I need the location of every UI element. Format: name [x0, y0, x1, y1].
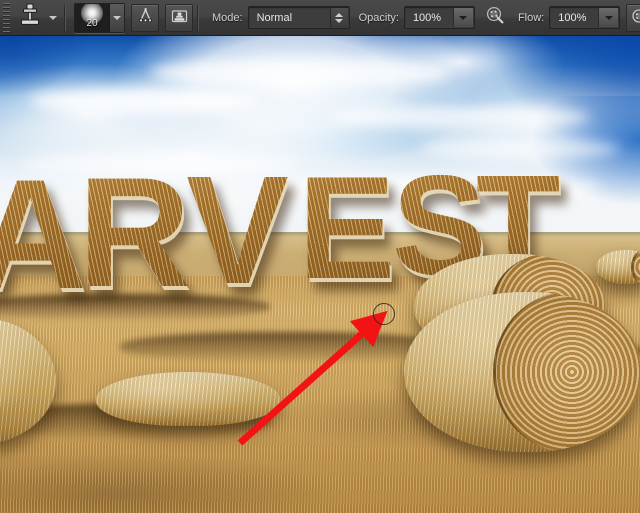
brush-panel-icon: [137, 7, 154, 29]
bale-texture: [0, 318, 56, 444]
chevron-up-icon: [335, 13, 343, 17]
airbrush-icon: [631, 6, 640, 30]
bale-end-face: [493, 292, 640, 452]
mode-label: Mode:: [212, 12, 243, 24]
letter-V: V: [186, 153, 289, 307]
clone-stamp-tool-button[interactable]: [14, 3, 46, 33]
mode-value: Normal: [249, 12, 330, 24]
chevron-down-icon: [605, 16, 613, 20]
airbrush-button[interactable]: [626, 4, 640, 32]
tool-options-bar: 20: [0, 0, 640, 36]
divider-1: [64, 5, 66, 31]
toggle-brush-panel-button[interactable]: [131, 4, 159, 32]
flow-value: 100%: [550, 12, 598, 24]
options-bar-grip[interactable]: [1, 3, 12, 33]
divider-2: [197, 5, 199, 31]
clone-stamp-icon: [19, 3, 41, 32]
toggle-clone-source-panel-button[interactable]: [165, 4, 193, 32]
chevron-down-icon: [113, 16, 121, 20]
opacity-dropdown-button[interactable]: [453, 8, 473, 27]
pressure-opacity-icon: [485, 5, 505, 30]
flow-label: Flow:: [518, 12, 544, 24]
letter-A: A: [0, 157, 87, 313]
chevron-down-icon: [49, 16, 57, 20]
flow-field[interactable]: 100%: [549, 6, 620, 29]
brush-thumbnail: 20: [75, 4, 110, 32]
letter-E: E: [298, 155, 395, 301]
brush-preset-dropdown-button[interactable]: [110, 4, 124, 32]
chevron-down-icon: [335, 19, 343, 23]
flow-dropdown-button[interactable]: [598, 8, 618, 27]
mode-select[interactable]: Normal: [248, 6, 350, 29]
bale-texture: [96, 372, 280, 426]
mode-stepper[interactable]: [330, 8, 348, 27]
hay-bale-foreground: [404, 292, 640, 452]
opacity-field[interactable]: 100%: [404, 6, 475, 29]
opacity-pressure-button[interactable]: [481, 4, 509, 32]
tool-preset-dropdown[interactable]: [46, 3, 60, 33]
hay-bale-center-low: [96, 372, 280, 426]
opacity-label: Opacity:: [359, 12, 399, 24]
letter-R: R: [78, 155, 191, 311]
photoshop-window: 20: [0, 0, 640, 513]
chevron-down-icon: [459, 16, 467, 20]
clone-source-panel-icon: [171, 7, 188, 29]
brush-size-value: 20: [86, 19, 97, 32]
opacity-value: 100%: [405, 12, 453, 24]
hay-bale-left-cropped: [0, 318, 56, 444]
brush-preset-picker[interactable]: 20: [74, 3, 125, 33]
document-canvas[interactable]: A R V E S T: [0, 36, 640, 513]
